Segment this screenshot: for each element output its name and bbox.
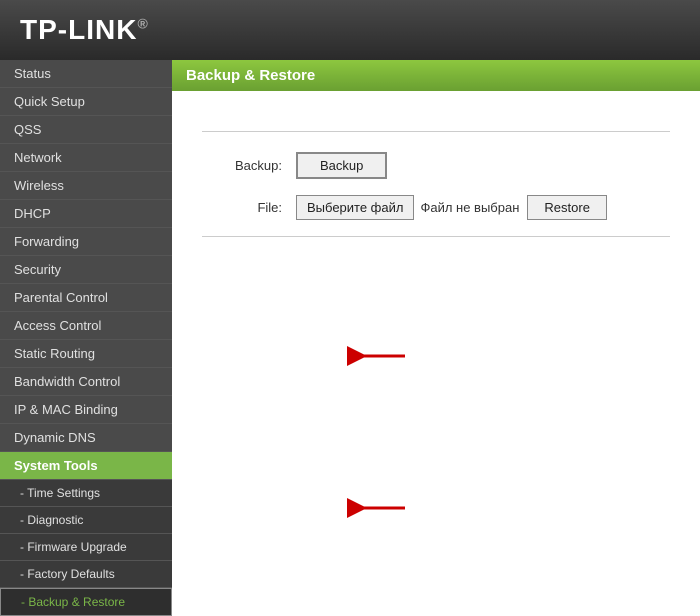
sidebar-item-0[interactable]: Status	[0, 60, 172, 88]
sidebar-item-15[interactable]: - Time Settings	[0, 480, 172, 507]
sidebar-item-11[interactable]: Bandwidth Control	[0, 368, 172, 396]
page-title: Backup & Restore	[186, 67, 315, 84]
sidebar-item-4[interactable]: Wireless	[0, 172, 172, 200]
restore-button[interactable]: Restore	[527, 195, 607, 220]
sidebar-item-8[interactable]: Parental Control	[0, 284, 172, 312]
main-content: Backup & Restore Backup: Backup File: Вы…	[172, 60, 700, 616]
sidebar-item-16[interactable]: - Diagnostic	[0, 507, 172, 534]
file-row: File: Выберите файл Файл не выбран Resto…	[202, 195, 670, 220]
arrow-2	[347, 490, 407, 529]
file-label: File:	[202, 200, 282, 215]
sidebar-item-12[interactable]: IP & MAC Binding	[0, 396, 172, 424]
file-no-selected-text: Файл не выбран	[420, 200, 519, 215]
backup-row: Backup: Backup	[202, 152, 670, 179]
sidebar-item-9[interactable]: Access Control	[0, 312, 172, 340]
sidebar-item-3[interactable]: Network	[0, 144, 172, 172]
bottom-divider	[202, 236, 670, 237]
file-choose-button[interactable]: Выберите файл	[296, 195, 414, 220]
sidebar-item-5[interactable]: DHCP	[0, 200, 172, 228]
header: TP-LINK®	[0, 0, 700, 60]
sidebar-item-19[interactable]: - Backup & Restore	[0, 588, 172, 616]
top-divider	[202, 131, 670, 132]
sidebar-item-13[interactable]: Dynamic DNS	[0, 424, 172, 452]
logo-reg: ®	[137, 16, 148, 32]
sidebar-item-18[interactable]: - Factory Defaults	[0, 561, 172, 588]
sidebar-item-7[interactable]: Security	[0, 256, 172, 284]
backup-label: Backup:	[202, 158, 282, 173]
sidebar-item-6[interactable]: Forwarding	[0, 228, 172, 256]
logo-text-tp: TP-LINK	[20, 14, 137, 45]
layout: StatusQuick SetupQSSNetworkWirelessDHCPF…	[0, 60, 700, 616]
content-area: Backup: Backup File: Выберите файл Файл …	[172, 111, 700, 267]
sidebar: StatusQuick SetupQSSNetworkWirelessDHCPF…	[0, 60, 172, 616]
backup-button[interactable]: Backup	[296, 152, 387, 179]
logo: TP-LINK®	[20, 14, 149, 46]
sidebar-item-1[interactable]: Quick Setup	[0, 88, 172, 116]
sidebar-item-17[interactable]: - Firmware Upgrade	[0, 534, 172, 561]
sidebar-item-2[interactable]: QSS	[0, 116, 172, 144]
sidebar-item-14[interactable]: System Tools	[0, 452, 172, 480]
arrow-1	[347, 338, 407, 377]
sidebar-item-10[interactable]: Static Routing	[0, 340, 172, 368]
page-title-bar: Backup & Restore	[172, 60, 700, 91]
